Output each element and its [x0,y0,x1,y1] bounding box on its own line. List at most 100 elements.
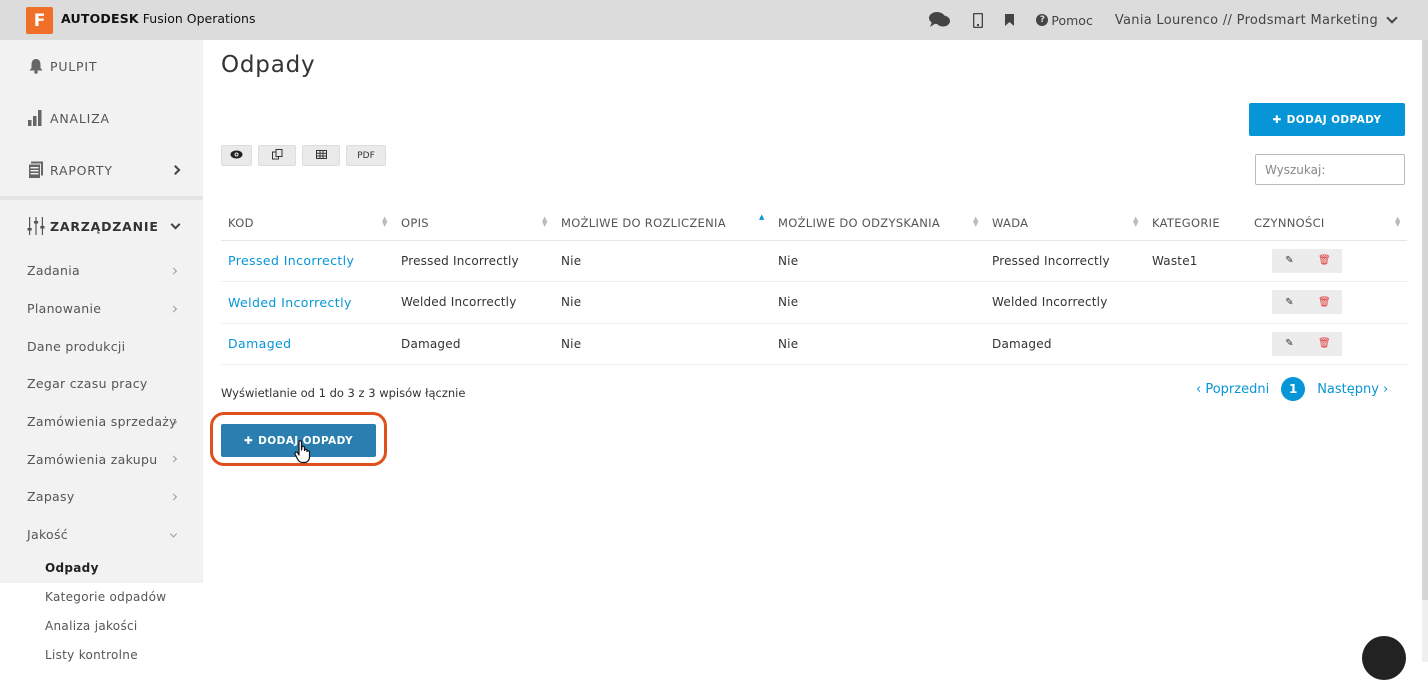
sort-icon: ▲ ▼ [1395,215,1401,228]
next-page-link[interactable]: Następny › [1317,382,1388,397]
hand-cursor-icon [294,440,312,468]
cell-opis: Welded Incorrectly [394,281,554,324]
column-header-wada[interactable]: WADA ▲ ▼ [985,206,1145,241]
sidebar-label: ANALIZA [50,110,110,126]
brand-name: AUTODESK Fusion Operations [61,11,256,26]
scrollbar[interactable] [1422,40,1428,662]
column-header-czynnosci[interactable]: CZYNNOŚCI ▲ ▼ [1247,206,1407,241]
delete-icon[interactable]: 🗑 [1307,331,1342,356]
column-label: KOD [228,215,254,230]
column-visibility-button[interactable] [221,145,252,166]
delete-icon[interactable]: 🗑 [1307,290,1342,315]
cell-odzyskania: Nie [771,281,985,324]
column-header-rozliczenia[interactable]: MOŻLIWE DO ROZLICZENIA ▲ [554,206,771,241]
page-title: Odpady [221,52,316,78]
table-info: Wyświetlanie od 1 do 3 z 3 wpisów łączni… [221,386,466,400]
help-link[interactable]: ? Pomoc [1036,13,1093,28]
delete-icon[interactable]: 🗑 [1307,248,1342,273]
cell-rozliczenia: Nie [554,323,771,365]
cell-kod: Pressed Incorrectly [221,240,394,282]
cell-actions: ✎ 🗑 [1247,281,1407,324]
edit-icon[interactable]: ✎ [1272,290,1307,315]
report-icon [26,161,46,179]
sidebar-item-zegar-czasu-pracy[interactable]: Zegar czasu pracy [0,365,203,403]
sort-icon: ▲ ▼ [1133,215,1139,228]
user-menu[interactable]: Vania Lourenco // Prodsmart Marketing [1115,12,1398,28]
cell-wada: Pressed Incorrectly [985,240,1145,282]
sidebar-label: Listy kontrolne [45,648,138,662]
sidebar-item-dane-produkcji[interactable]: Dane produkcji [0,327,203,365]
sidebar-label: PULPIT [50,58,98,74]
mobile-icon[interactable] [973,12,984,28]
column-header-opis[interactable]: OPIS ▲ ▼ [394,206,554,241]
cell-actions: ✎ 🗑 [1247,323,1407,365]
column-header-odzyskania[interactable]: MOŻLIWE DO ODZYSKANIA ▲ ▼ [771,206,985,241]
waste-code-link[interactable]: Welded Incorrectly [228,295,352,310]
sidebar-label: Kategorie odpadów [45,590,167,604]
cell-rozliczenia: Nie [554,240,771,282]
column-header-kod[interactable]: KOD ▲ ▼ [221,206,394,241]
cell-odzyskania: Nie [771,240,985,282]
cell-opis: Pressed Incorrectly [394,240,554,282]
bell-icon [26,58,46,74]
column-label: WADA [992,215,1029,230]
sidebar-item-listy-kontrolne[interactable]: Listy kontrolne [0,640,203,670]
question-icon: ? [1036,14,1049,26]
bookmark-icon[interactable] [1005,14,1015,26]
waste-table: KOD ▲ ▼ OPIS ▲ ▼ MOŻLIWE DO ROZLICZENIA ▲ MOŻ… [221,206,1407,365]
sidebar-item-planowanie[interactable]: Planowanie [0,290,203,328]
sidebar: PULPIT ANALIZA RAPORTY ZARZĄDZANIE Zadan… [0,40,203,670]
sort-ascending-icon: ▲ [759,213,765,221]
copy-button[interactable] [258,145,296,166]
search-input[interactable] [1255,154,1405,185]
cell-kod: Damaged [221,323,394,365]
sidebar-item-pulpit[interactable]: PULPIT [0,40,203,92]
cell-kategorie [1145,323,1247,365]
column-label: MOŻLIWE DO ODZYSKANIA [778,215,940,230]
cell-rozliczenia: Nie [554,281,771,324]
excel-button[interactable] [302,145,340,166]
sidebar-label: Zamówienia zakupu [27,451,158,467]
sidebar-item-zamowienia-zakupu[interactable]: Zamówienia zakupu [0,440,203,478]
chevron-right-icon [170,165,181,175]
button-label: DODAJ ODPADY [1286,113,1382,126]
edit-icon[interactable]: ✎ [1272,331,1307,356]
column-label: CZYNNOŚCI [1254,215,1325,230]
sidebar-item-odpady[interactable]: Odpady [0,553,203,583]
pagination: ‹ Poprzedni 1 Następny › [1196,377,1388,401]
sidebar-label: Odpady [45,561,99,575]
sidebar-item-analiza[interactable]: ANALIZA [0,92,203,144]
fusion-logo-icon[interactable]: F [26,7,53,34]
waste-code-link[interactable]: Pressed Incorrectly [228,253,354,268]
scrollbar-thumb[interactable] [1422,40,1428,600]
cell-opis: Damaged [394,323,554,365]
sidebar-item-zadania[interactable]: Zadania [0,252,203,290]
table-icon [315,149,327,162]
eye-icon [230,150,243,162]
pdf-button[interactable]: PDF [346,145,386,166]
column-header-kategorie[interactable]: KATEGORIE [1145,206,1247,241]
sidebar-item-zapasy[interactable]: Zapasy [0,478,203,516]
chevron-down-icon [170,219,181,230]
sidebar-item-jakosc[interactable]: Jakość [0,516,203,554]
pager-label: Następny [1317,381,1379,397]
waste-code-link[interactable]: Damaged [228,336,291,351]
current-page[interactable]: 1 [1281,377,1306,401]
previous-page-link[interactable]: ‹ Poprzedni [1196,382,1269,397]
chat-icon[interactable] [929,12,951,28]
chevron-right-icon [169,493,178,501]
sort-icon: ▲ ▼ [542,215,548,228]
chevron-down-icon [1386,12,1398,24]
sidebar-item-zamowienia-sprzedazy[interactable]: Zamówienia sprzedaży [0,403,203,441]
edit-icon[interactable]: ✎ [1272,248,1307,273]
sliders-icon [26,217,46,235]
sidebar-item-kategorie-odpadow[interactable]: Kategorie odpadów [0,582,203,612]
cell-odzyskania: Nie [771,323,985,365]
sidebar-item-zarzadzanie[interactable]: ZARZĄDZANIE [0,200,203,252]
sidebar-item-analiza-jakosci[interactable]: Analiza jakości [0,611,203,641]
add-waste-button-top[interactable]: ✚ DODAJ ODPADY [1249,103,1405,136]
table-row: Welded Incorrectly Welded Incorrectly Ni… [221,281,1407,324]
sidebar-item-raporty[interactable]: RAPORTY [0,144,203,196]
chat-widget-button[interactable] [1362,636,1406,680]
pager-label: Poprzedni [1205,381,1270,397]
